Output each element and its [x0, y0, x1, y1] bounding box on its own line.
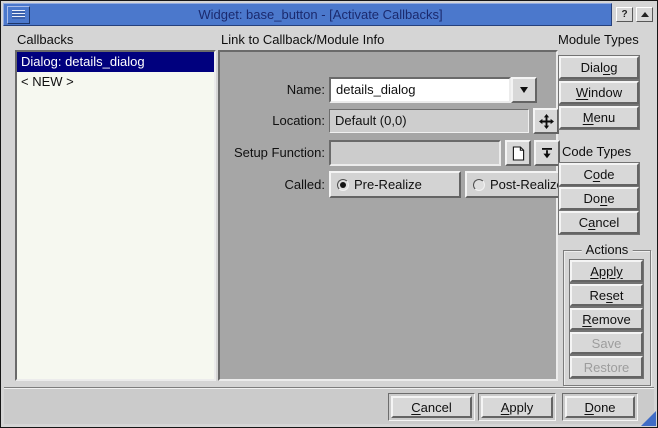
- help-icon: ?: [621, 9, 627, 20]
- apply-button-frame: Apply: [478, 393, 556, 421]
- module-type-window-button[interactable]: Window: [559, 81, 639, 104]
- code-type-code-button[interactable]: Code: [559, 163, 639, 186]
- cancel-button[interactable]: Cancel: [391, 396, 472, 418]
- down-arrow-to-bar-icon: [540, 146, 554, 160]
- radio-label: Pre-Realize: [354, 177, 422, 192]
- actions-group: Actions Apply Reset Remove Save Restore: [563, 250, 651, 386]
- chevron-down-icon: [520, 87, 528, 93]
- help-button[interactable]: ?: [616, 7, 633, 22]
- callbacks-list: Dialog: details_dialog < NEW >: [15, 50, 216, 381]
- new-file-icon: [512, 146, 525, 161]
- done-button-frame: Done: [562, 393, 638, 421]
- radio-pre-realize[interactable]: Pre-Realize: [329, 171, 461, 198]
- shade-icon: [641, 12, 649, 17]
- info-panel: Name: details_dialog Location: Default (…: [218, 50, 558, 381]
- titlebar-controls: ?: [612, 3, 655, 26]
- radio-selected-icon: [337, 179, 349, 191]
- code-types-label: Code Types: [562, 144, 631, 159]
- name-input[interactable]: details_dialog: [329, 77, 511, 103]
- action-remove-button[interactable]: Remove: [570, 308, 643, 330]
- resize-grip[interactable]: [641, 411, 656, 426]
- module-type-menu-button[interactable]: Menu: [559, 106, 639, 129]
- titlebar[interactable]: Widget: base_button - [Activate Callback…: [3, 3, 655, 26]
- setup-function-input[interactable]: [329, 140, 501, 166]
- actions-group-title: Actions: [582, 242, 633, 257]
- done-button[interactable]: Done: [565, 396, 635, 418]
- window-title: Widget: base_button - [Activate Callback…: [30, 7, 611, 22]
- footer: Cancel Apply Done: [4, 389, 654, 424]
- menu-icon: [12, 10, 25, 19]
- code-type-done-button[interactable]: Done: [559, 187, 639, 210]
- info-panel-title: Link to Callback/Module Info: [221, 32, 384, 47]
- module-types-label: Module Types: [558, 32, 639, 47]
- location-move-button[interactable]: [533, 108, 559, 134]
- titlebar-blue[interactable]: Widget: base_button - [Activate Callback…: [3, 3, 612, 26]
- callbacks-label: Callbacks: [17, 32, 73, 47]
- radio-label: Post-Realize: [490, 177, 564, 192]
- move-icon: [539, 114, 554, 129]
- list-item[interactable]: Dialog: details_dialog: [17, 52, 214, 72]
- code-type-cancel-button[interactable]: Cancel: [559, 211, 639, 234]
- setup-function-label: Setup Function:: [220, 140, 325, 166]
- called-label: Called:: [220, 171, 325, 198]
- name-label: Name:: [220, 77, 325, 103]
- shade-button[interactable]: [636, 7, 653, 22]
- action-save-button: Save: [570, 332, 643, 354]
- setup-new-file-button[interactable]: [505, 140, 531, 166]
- cancel-button-frame: Cancel: [388, 393, 475, 421]
- name-dropdown-button[interactable]: [511, 77, 537, 103]
- dialog-window: Widget: base_button - [Activate Callback…: [0, 0, 658, 428]
- setup-pick-button[interactable]: [534, 140, 560, 166]
- action-reset-button[interactable]: Reset: [570, 284, 643, 306]
- apply-button[interactable]: Apply: [481, 396, 553, 418]
- action-restore-button: Restore: [570, 356, 643, 378]
- action-apply-button[interactable]: Apply: [570, 260, 643, 282]
- list-item[interactable]: < NEW >: [17, 72, 214, 92]
- location-label: Location:: [220, 109, 325, 133]
- module-type-dialog-button[interactable]: Dialog: [559, 56, 639, 79]
- location-field[interactable]: Default (0,0): [329, 109, 529, 133]
- radio-unselected-icon: [473, 179, 485, 191]
- window-menu-button[interactable]: [7, 6, 30, 24]
